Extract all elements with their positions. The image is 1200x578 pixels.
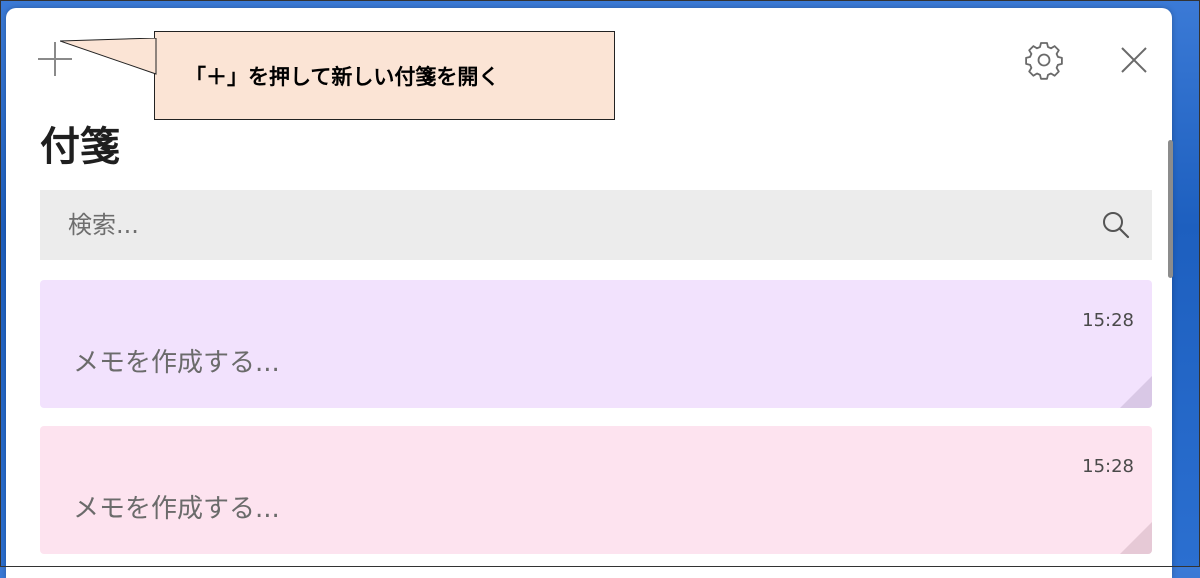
note-timestamp: 15:28 (1082, 310, 1134, 331)
gear-icon (1025, 42, 1063, 80)
close-icon (1121, 47, 1147, 73)
page-title: 付箋 (40, 124, 120, 170)
search-input[interactable] (40, 210, 1098, 240)
annotation-callout: 「＋」を押して新しい付箋を開く (154, 31, 615, 120)
callout-pointer (60, 38, 157, 75)
note-card[interactable]: 15:28 メモを作成する... (40, 426, 1152, 554)
close-button[interactable] (1114, 40, 1154, 80)
search-icon[interactable] (1098, 207, 1134, 243)
note-preview: メモを作成する... (73, 494, 280, 524)
search-box[interactable] (40, 190, 1152, 260)
note-card[interactable]: 15:28 メモを作成する... (40, 280, 1152, 408)
note-preview: メモを作成する... (73, 348, 280, 378)
scrollbar[interactable] (1168, 140, 1173, 278)
note-timestamp: 15:28 (1082, 456, 1134, 477)
note-corner-fold (1120, 376, 1152, 408)
note-corner-fold (1120, 522, 1152, 554)
callout-text: 「＋」を押して新しい付箋を開く (185, 64, 500, 89)
settings-button[interactable] (1022, 38, 1066, 82)
